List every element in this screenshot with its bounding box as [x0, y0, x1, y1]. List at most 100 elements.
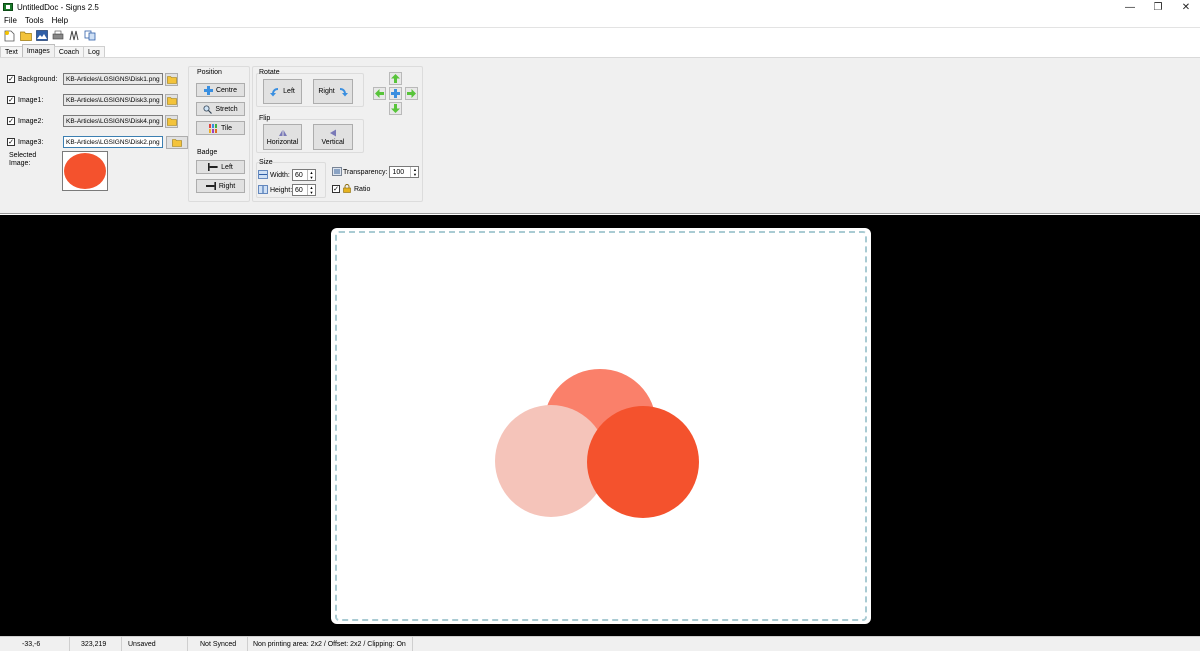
- rotate-left-label: Left: [283, 88, 295, 95]
- window-title: UntitledDoc - Signs 2.5: [17, 2, 99, 12]
- image2-path-input[interactable]: KB-Articles\LGSIGNS\Disk4.png: [63, 115, 163, 127]
- image2-browse-button[interactable]: [165, 114, 178, 128]
- centre-button[interactable]: Centre: [196, 83, 245, 97]
- image3-checkbox[interactable]: ✓: [7, 138, 15, 146]
- menu-file[interactable]: File: [0, 16, 21, 25]
- print-icon[interactable]: [51, 29, 64, 42]
- status-bar: -33,-6 323,219 Unsaved Not Synced Non pr…: [0, 636, 1200, 651]
- lock-icon: [343, 183, 351, 195]
- badge-label: Badge: [197, 149, 218, 156]
- menu-bar: File Tools Help: [0, 14, 1200, 27]
- status-cursor: -33,-6: [0, 636, 70, 651]
- badge-left-icon: [208, 163, 218, 171]
- flip-vertical-label: Vertical: [321, 138, 345, 146]
- image1-checkbox[interactable]: ✓: [7, 96, 15, 104]
- height-field: Height: 60 ▲ ▼: [258, 184, 316, 196]
- move-right-arrow-icon[interactable]: [405, 87, 418, 100]
- status-saved: Unsaved: [122, 636, 188, 651]
- canvas-area[interactable]: [0, 215, 1200, 636]
- image1-label: Image1:: [18, 96, 44, 104]
- transparency-input[interactable]: 100 ▲ ▼: [389, 166, 420, 178]
- image3-label: Image3:: [18, 138, 44, 146]
- height-value: 60: [295, 186, 303, 194]
- open-folder-icon: [172, 138, 182, 147]
- rotate-left-button[interactable]: Left: [263, 79, 302, 104]
- tab-coach[interactable]: Coach: [53, 46, 85, 57]
- flip-horizontal-button[interactable]: Horizontal: [263, 124, 302, 150]
- image2-label: Image2:: [18, 117, 44, 125]
- move-down-arrow-icon[interactable]: [389, 102, 402, 115]
- stretch-button[interactable]: Stretch: [196, 102, 245, 116]
- move-arrow-pad: [367, 67, 420, 119]
- stretch-button-label: Stretch: [215, 105, 238, 113]
- magnifier-icon: [203, 105, 213, 114]
- picture-icon[interactable]: [35, 29, 48, 42]
- rotate-right-icon: [338, 87, 348, 97]
- image1-browse-button[interactable]: [165, 93, 178, 107]
- status-info: Non printing area: 2x2 / Offset: 2x2 / C…: [248, 636, 413, 651]
- height-label: Height:: [270, 186, 293, 194]
- tile-button[interactable]: Tile: [196, 121, 245, 135]
- centre-icon: [203, 85, 213, 95]
- tab-text[interactable]: Text: [0, 46, 23, 57]
- menu-tools[interactable]: Tools: [21, 16, 48, 25]
- tab-images[interactable]: Images: [21, 44, 55, 57]
- rotate-right-button[interactable]: Right: [313, 79, 353, 104]
- tile-button-label: Tile: [220, 124, 233, 132]
- image1-path-input[interactable]: KB-Articles\LGSIGNS\Disk3.png: [63, 94, 163, 106]
- trim-icon[interactable]: [67, 29, 80, 42]
- selected-image-disk: [64, 153, 106, 189]
- image3-path-input[interactable]: KB-Articles\LGSIGNS\Disk2.png: [63, 136, 163, 148]
- image-row-background: ✓ Background: KB-Articles\LGSIGNS\Disk1.…: [7, 72, 178, 86]
- width-icon: [258, 169, 268, 181]
- height-input[interactable]: 60 ▲ ▼: [292, 184, 316, 196]
- disk-image3-red[interactable]: [587, 406, 699, 518]
- transparency-spinner[interactable]: ▲ ▼: [410, 167, 418, 177]
- image-row-image2: ✓ Image2: KB-Articles\LGSIGNS\Disk4.png: [7, 114, 178, 128]
- badge-right-button[interactable]: Right: [196, 179, 245, 193]
- transparency-field: Transparency: 100 ▲ ▼: [332, 166, 420, 178]
- move-center-icon[interactable]: [389, 87, 402, 100]
- badge-right-icon: [205, 182, 216, 190]
- height-icon: [258, 184, 268, 196]
- title-bar: UntitledDoc - Signs 2.5 — ❐ ✕: [0, 0, 1200, 14]
- copy-icon[interactable]: [83, 29, 96, 42]
- restore-button[interactable]: ❐: [1144, 0, 1172, 14]
- ratio-label: Ratio: [354, 185, 371, 193]
- width-label: Width:: [270, 171, 290, 179]
- window-controls: — ❐ ✕: [1116, 0, 1200, 14]
- flip-vertical-icon: [328, 129, 338, 139]
- menu-help[interactable]: Help: [48, 16, 72, 25]
- background-path-input[interactable]: KB-Articles\LGSIGNS\Disk1.png: [63, 73, 163, 85]
- image3-browse-button[interactable]: [166, 135, 188, 149]
- tab-strip: Text Images Coach Log: [0, 44, 1200, 57]
- transparency-icon: [332, 166, 342, 178]
- open-folder-icon: [166, 117, 177, 126]
- width-spinner[interactable]: ▲ ▼: [307, 170, 315, 180]
- ratio-checkbox[interactable]: ✓: [332, 185, 340, 193]
- width-input[interactable]: 60 ▲ ▼: [292, 169, 316, 181]
- new-document-icon[interactable]: [3, 29, 16, 42]
- open-folder-icon[interactable]: [19, 29, 32, 42]
- tile-grid-icon: [208, 123, 218, 133]
- minimize-button[interactable]: —: [1116, 0, 1144, 14]
- badge-right-label: Right: [218, 182, 236, 190]
- toolbar: [0, 27, 1200, 43]
- image2-checkbox[interactable]: ✓: [7, 117, 15, 125]
- close-button[interactable]: ✕: [1172, 0, 1200, 14]
- background-browse-button[interactable]: [165, 72, 178, 86]
- flip-horizontal-icon: [278, 129, 288, 139]
- size-label: Size: [259, 159, 273, 166]
- tab-log[interactable]: Log: [83, 46, 105, 57]
- badge-left-button[interactable]: Left: [196, 160, 245, 174]
- move-up-arrow-icon[interactable]: [389, 72, 402, 85]
- sign-canvas[interactable]: [331, 228, 871, 624]
- flip-vertical-button[interactable]: Vertical: [313, 124, 353, 150]
- width-value: 60: [295, 171, 303, 179]
- position-label: Position: [197, 69, 222, 76]
- status-sync: Not Synced: [188, 636, 248, 651]
- status-position: 323,219: [70, 636, 122, 651]
- background-checkbox[interactable]: ✓: [7, 75, 15, 83]
- move-left-arrow-icon[interactable]: [373, 87, 386, 100]
- height-spinner[interactable]: ▲ ▼: [307, 185, 315, 195]
